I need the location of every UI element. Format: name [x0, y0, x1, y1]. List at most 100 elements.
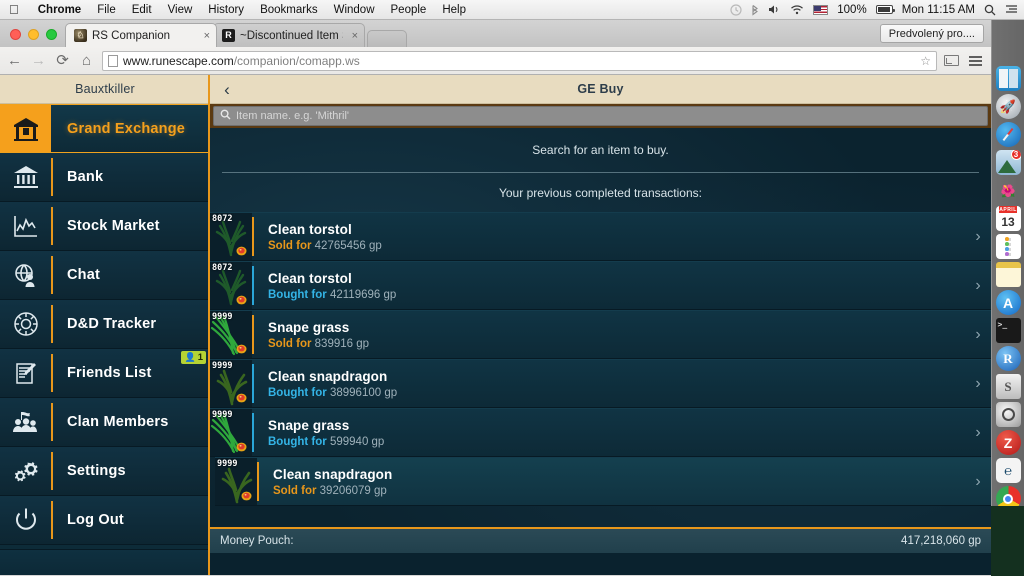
sidebar-item-dnd-tracker[interactable]: D&D Tracker [0, 300, 210, 349]
browser-tab-rs-companion[interactable]: ♘ RS Companion × [65, 23, 217, 47]
runescape-favicon: R [222, 29, 235, 42]
dock-item-launchpad[interactable]: 🚀 [995, 94, 1021, 119]
table-row[interactable]: 9999 Clean snapdragon Sold for 39206079 … [215, 457, 991, 506]
dock-item-calendar[interactable]: APRIL 13 [995, 206, 1021, 231]
transactions-panel: Search for an item to buy. Your previous… [210, 128, 991, 553]
battery-charging-icon[interactable] [875, 5, 895, 14]
transaction-detail: Sold for 839916 gp [268, 338, 965, 350]
tab-close-icon[interactable]: × [348, 30, 358, 42]
star-outline-icon[interactable]: ☆ [920, 54, 931, 68]
table-row[interactable]: 9999 Clean snapdragon Bought for 3899610… [210, 359, 991, 408]
dock-item-safari[interactable] [995, 122, 1021, 147]
chevron-right-icon[interactable]: › [965, 213, 991, 260]
dock-item-runescape[interactable]: ℮ [995, 458, 1021, 483]
menu-history[interactable]: History [200, 4, 252, 16]
list-lines-icon[interactable] [1005, 4, 1018, 15]
menu-bookmarks[interactable]: Bookmarks [252, 4, 326, 16]
dock-item-reminders[interactable] [995, 234, 1021, 259]
table-row[interactable]: 9999 Snape grass Bought for 599940 gp › [210, 408, 991, 457]
transaction-info: Clean torstol Bought for 42119696 gp [254, 262, 965, 309]
item-icon: 9999 [210, 360, 252, 407]
menu-edit[interactable]: Edit [124, 4, 160, 16]
dock-item-finder[interactable] [995, 66, 1021, 91]
app-content: ‹ GE Buy Item name. e.g. 'Mithril' Searc… [210, 75, 991, 575]
sidebar-item-clan-members[interactable]: Clan Members [0, 398, 210, 447]
arrow-left-icon[interactable]: ← [6, 53, 23, 68]
hamburger-menu-icon[interactable] [966, 55, 985, 66]
profile-button[interactable]: Predvolený pro.... [879, 24, 984, 43]
sidebar-item-log-out[interactable]: Log Out [0, 496, 210, 545]
chevron-right-icon[interactable]: › [965, 409, 991, 456]
sidebar-item-chat[interactable]: Chat [0, 251, 210, 300]
dock-item-notes[interactable] [995, 262, 1021, 287]
dock-item-r-project[interactable]: R [995, 346, 1021, 371]
bluetooth-icon[interactable] [751, 4, 759, 16]
chevron-right-icon[interactable]: › [965, 311, 991, 358]
menu-people[interactable]: People [383, 4, 435, 16]
power-icon [0, 496, 51, 544]
transaction-action: Bought for [268, 435, 327, 448]
menu-app-name[interactable]: Chrome [30, 4, 89, 16]
table-row[interactable]: 8072 Clean torstol Sold for 42765456 gp … [210, 212, 991, 261]
apple-logo-icon[interactable]:  [0, 3, 30, 16]
dock-item-iphoto[interactable]: 🌺 [996, 178, 1021, 203]
speaker-icon[interactable] [768, 4, 781, 15]
transaction-info: Clean snapdragon Bought for 38996100 gp [254, 360, 965, 407]
item-icon: 8072 [210, 213, 252, 260]
menu-file[interactable]: File [89, 4, 124, 16]
sidebar-item-grand-exchange[interactable]: Grand Exchange [0, 104, 210, 153]
menu-window[interactable]: Window [326, 4, 383, 16]
sidebar-nav-list: Grand Exchange Bank Stock Market Chat D&… [0, 104, 210, 545]
close-window-button[interactable] [10, 29, 21, 40]
sidebar-item-stock-market[interactable]: Stock Market [0, 202, 210, 251]
bank-columns-icon [0, 153, 51, 201]
menu-bar-clock[interactable]: Mon 11:15 AM [902, 4, 975, 16]
dock-item-terminal[interactable]: >_ [995, 318, 1021, 343]
address-bar-url: www.runescape.com/companion/comapp.ws [123, 54, 360, 68]
grand-exchange-icon [0, 105, 51, 152]
sidebar-item-bank[interactable]: Bank [0, 153, 210, 202]
dock-item-disc-utility[interactable] [995, 402, 1021, 427]
item-icon: 9999 [210, 311, 252, 358]
menu-view[interactable]: View [160, 4, 201, 16]
table-row[interactable]: 9999 Snape grass Sold for 839916 gp › [210, 310, 991, 359]
search-input[interactable]: Item name. e.g. 'Mithril' [213, 106, 988, 126]
new-tab-button[interactable] [367, 30, 407, 47]
transaction-amount: 38996100 gp [329, 386, 398, 399]
transaction-info: Snape grass Bought for 599940 gp [254, 409, 965, 456]
money-pouch-amount: 417,218,060 gp [901, 535, 981, 547]
wifi-icon[interactable] [790, 4, 804, 15]
tab-close-icon[interactable]: × [200, 30, 210, 42]
chevron-right-icon[interactable]: › [965, 458, 991, 505]
maximize-window-button[interactable] [46, 29, 57, 40]
reload-icon[interactable]: ⟳ [54, 53, 71, 68]
notification-badge: 3 [1010, 150, 1021, 160]
home-icon[interactable]: ⌂ [78, 53, 95, 68]
browser-tab-discontinued-item-status[interactable]: R ~Discontinued Item Status × [213, 23, 365, 47]
sidebar-item-settings[interactable]: Settings [0, 447, 210, 496]
coin-icon [241, 491, 252, 501]
dock-item-app-store[interactable]: A [995, 290, 1021, 315]
item-icon: 8072 [210, 262, 252, 309]
item-quantity: 9999 [217, 459, 238, 469]
chevron-right-icon[interactable]: › [965, 262, 991, 309]
cast-icon[interactable] [944, 55, 959, 66]
transaction-action: Sold for [268, 337, 312, 350]
chevron-left-icon[interactable]: ‹ [210, 81, 244, 98]
clock-history-icon[interactable] [730, 3, 742, 16]
screen:  Chrome File Edit View History Bookmark… [0, 0, 1024, 576]
table-row[interactable]: 8072 Clean torstol Bought for 42119696 g… [210, 261, 991, 310]
sidebar-item-friends-list[interactable]: Friends List 👤 1 [0, 349, 210, 398]
minimize-window-button[interactable] [28, 29, 39, 40]
dock-item-photos[interactable]: 3 [995, 150, 1021, 175]
dock-item-sublime-text[interactable]: S [995, 374, 1021, 399]
arrow-right-icon[interactable]: → [30, 53, 47, 68]
chevron-right-icon[interactable]: › [965, 360, 991, 407]
transaction-detail: Bought for 599940 gp [268, 436, 965, 448]
transaction-detail: Sold for 39206079 gp [273, 485, 965, 497]
us-flag-icon[interactable] [813, 4, 829, 15]
menu-help[interactable]: Help [434, 4, 474, 16]
dock-item-zotero[interactable]: Z [995, 430, 1021, 455]
search-icon[interactable] [984, 4, 996, 16]
address-bar[interactable]: www.runescape.com/companion/comapp.ws ☆ [102, 50, 937, 71]
